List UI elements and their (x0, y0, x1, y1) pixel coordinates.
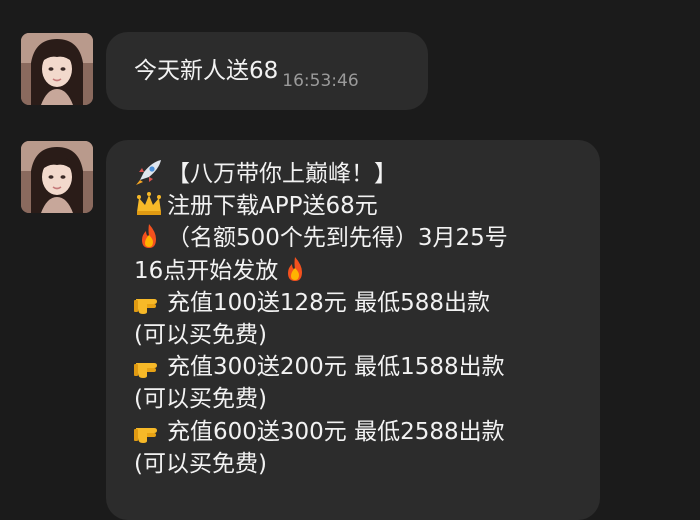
pointing-hand-icon (134, 351, 164, 379)
message-line-text: (可以买免费) (134, 450, 267, 477)
pointing-hand-icon (134, 416, 164, 444)
message-line-text: (可以买免费) (134, 322, 267, 349)
message-text: 今天新人送68 (134, 58, 279, 84)
message-line: 充值300送200元 最低1588出款 (134, 351, 600, 383)
message-line: 注册下载APP送68元 (134, 190, 600, 222)
crown-icon (134, 190, 164, 218)
message-bubble[interactable]: 【八万带你上巅峰！】 注册下载APP送68元 （名额500个先到先得）3月25号… (106, 140, 600, 520)
message-line: 16点开始发放 (134, 255, 600, 287)
message-line: (可以买免费) (134, 319, 600, 351)
message-line-text: 注册下载APP送68元 (167, 193, 378, 220)
message-line-text: (可以买免费) (134, 386, 267, 413)
message-timestamp: 16:53:46 (282, 71, 359, 91)
chat-view: 今天新人送68 16:53:46 【八万带你上巅峰！】 注册下载APP送68元 … (0, 0, 700, 520)
message-line: （名额500个先到先得）3月25号 (134, 222, 600, 254)
message-line-text: 充值100送128元 最低588出款 (167, 289, 491, 316)
message-line-text: 充值300送200元 最低1588出款 (167, 354, 505, 381)
message-line: 充值100送128元 最低588出款 (134, 287, 600, 319)
message-line-text: 16点开始发放 (134, 257, 279, 284)
message-line-text: 【八万带你上巅峰！】 (167, 161, 397, 187)
message-bubble[interactable]: 今天新人送68 16:53:46 (106, 32, 428, 110)
message-line: (可以买免费) (134, 383, 600, 415)
message-line-text: 充值600送300元 最低2588出款 (167, 418, 505, 445)
message-body: 【八万带你上巅峰！】 注册下载APP送68元 （名额500个先到先得）3月25号… (134, 158, 600, 480)
pointing-hand-icon (134, 287, 164, 315)
rocket-icon (134, 158, 164, 186)
message-line: (可以买免费) (134, 448, 600, 480)
message-line-text: （名额500个先到先得）3月25号 (167, 225, 508, 252)
fire-icon (280, 255, 310, 283)
avatar[interactable] (21, 141, 93, 213)
avatar[interactable] (21, 33, 93, 105)
message-line: 充值600送300元 最低2588出款 (134, 416, 600, 448)
message-line: 【八万带你上巅峰！】 (134, 158, 600, 190)
fire-icon (134, 222, 164, 250)
